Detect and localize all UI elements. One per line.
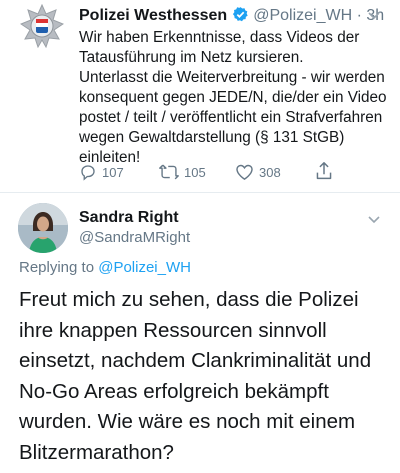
tweet-actions: 107 105 308 <box>79 161 379 183</box>
police-star-avatar[interactable] <box>19 3 65 49</box>
like-count: 308 <box>259 164 281 180</box>
reply-count: 107 <box>102 164 124 180</box>
heart-icon <box>236 164 253 180</box>
author-name[interactable]: Polizei Westhessen <box>79 7 227 24</box>
author-handle[interactable]: @Polizei_WH <box>253 7 352 24</box>
replying-to-mention[interactable]: @Polizei_WH <box>98 259 191 276</box>
reply-icon <box>81 165 95 181</box>
share-icon <box>316 162 332 180</box>
retweet-count: 105 <box>184 164 206 180</box>
tweet-polizei[interactable]: Polizei Westhessen @Polizei_WH · 3h Wir h… <box>0 0 400 192</box>
police-star-icon <box>19 3 65 49</box>
reply-tweet-text: Freut mich zu sehen, dass die Polizei ih… <box>19 288 372 464</box>
avatar[interactable] <box>18 203 68 253</box>
avatar-photo-icon <box>18 203 68 253</box>
replying-prefix: Replying to <box>19 259 99 276</box>
time-separator: · <box>352 7 367 24</box>
chevron-down-icon[interactable] <box>368 8 380 20</box>
tweet-divider <box>0 192 400 193</box>
share-button[interactable] <box>315 161 338 181</box>
reply-button[interactable]: 107 <box>79 163 124 181</box>
retweet-icon <box>159 164 179 180</box>
reply-author-handle[interactable]: @SandraMRight <box>79 228 190 248</box>
tweet-text: Wir haben Erkenntnisse, dass Videos der … <box>79 29 387 166</box>
retweet-button[interactable]: 105 <box>159 163 206 181</box>
like-button[interactable]: 308 <box>235 163 281 181</box>
verified-badge-icon <box>232 6 249 29</box>
replying-to: Replying to @Polizei_WH <box>19 258 191 278</box>
chevron-down-icon[interactable] <box>368 212 380 224</box>
reply-author-name[interactable]: Sandra Right <box>79 208 179 228</box>
